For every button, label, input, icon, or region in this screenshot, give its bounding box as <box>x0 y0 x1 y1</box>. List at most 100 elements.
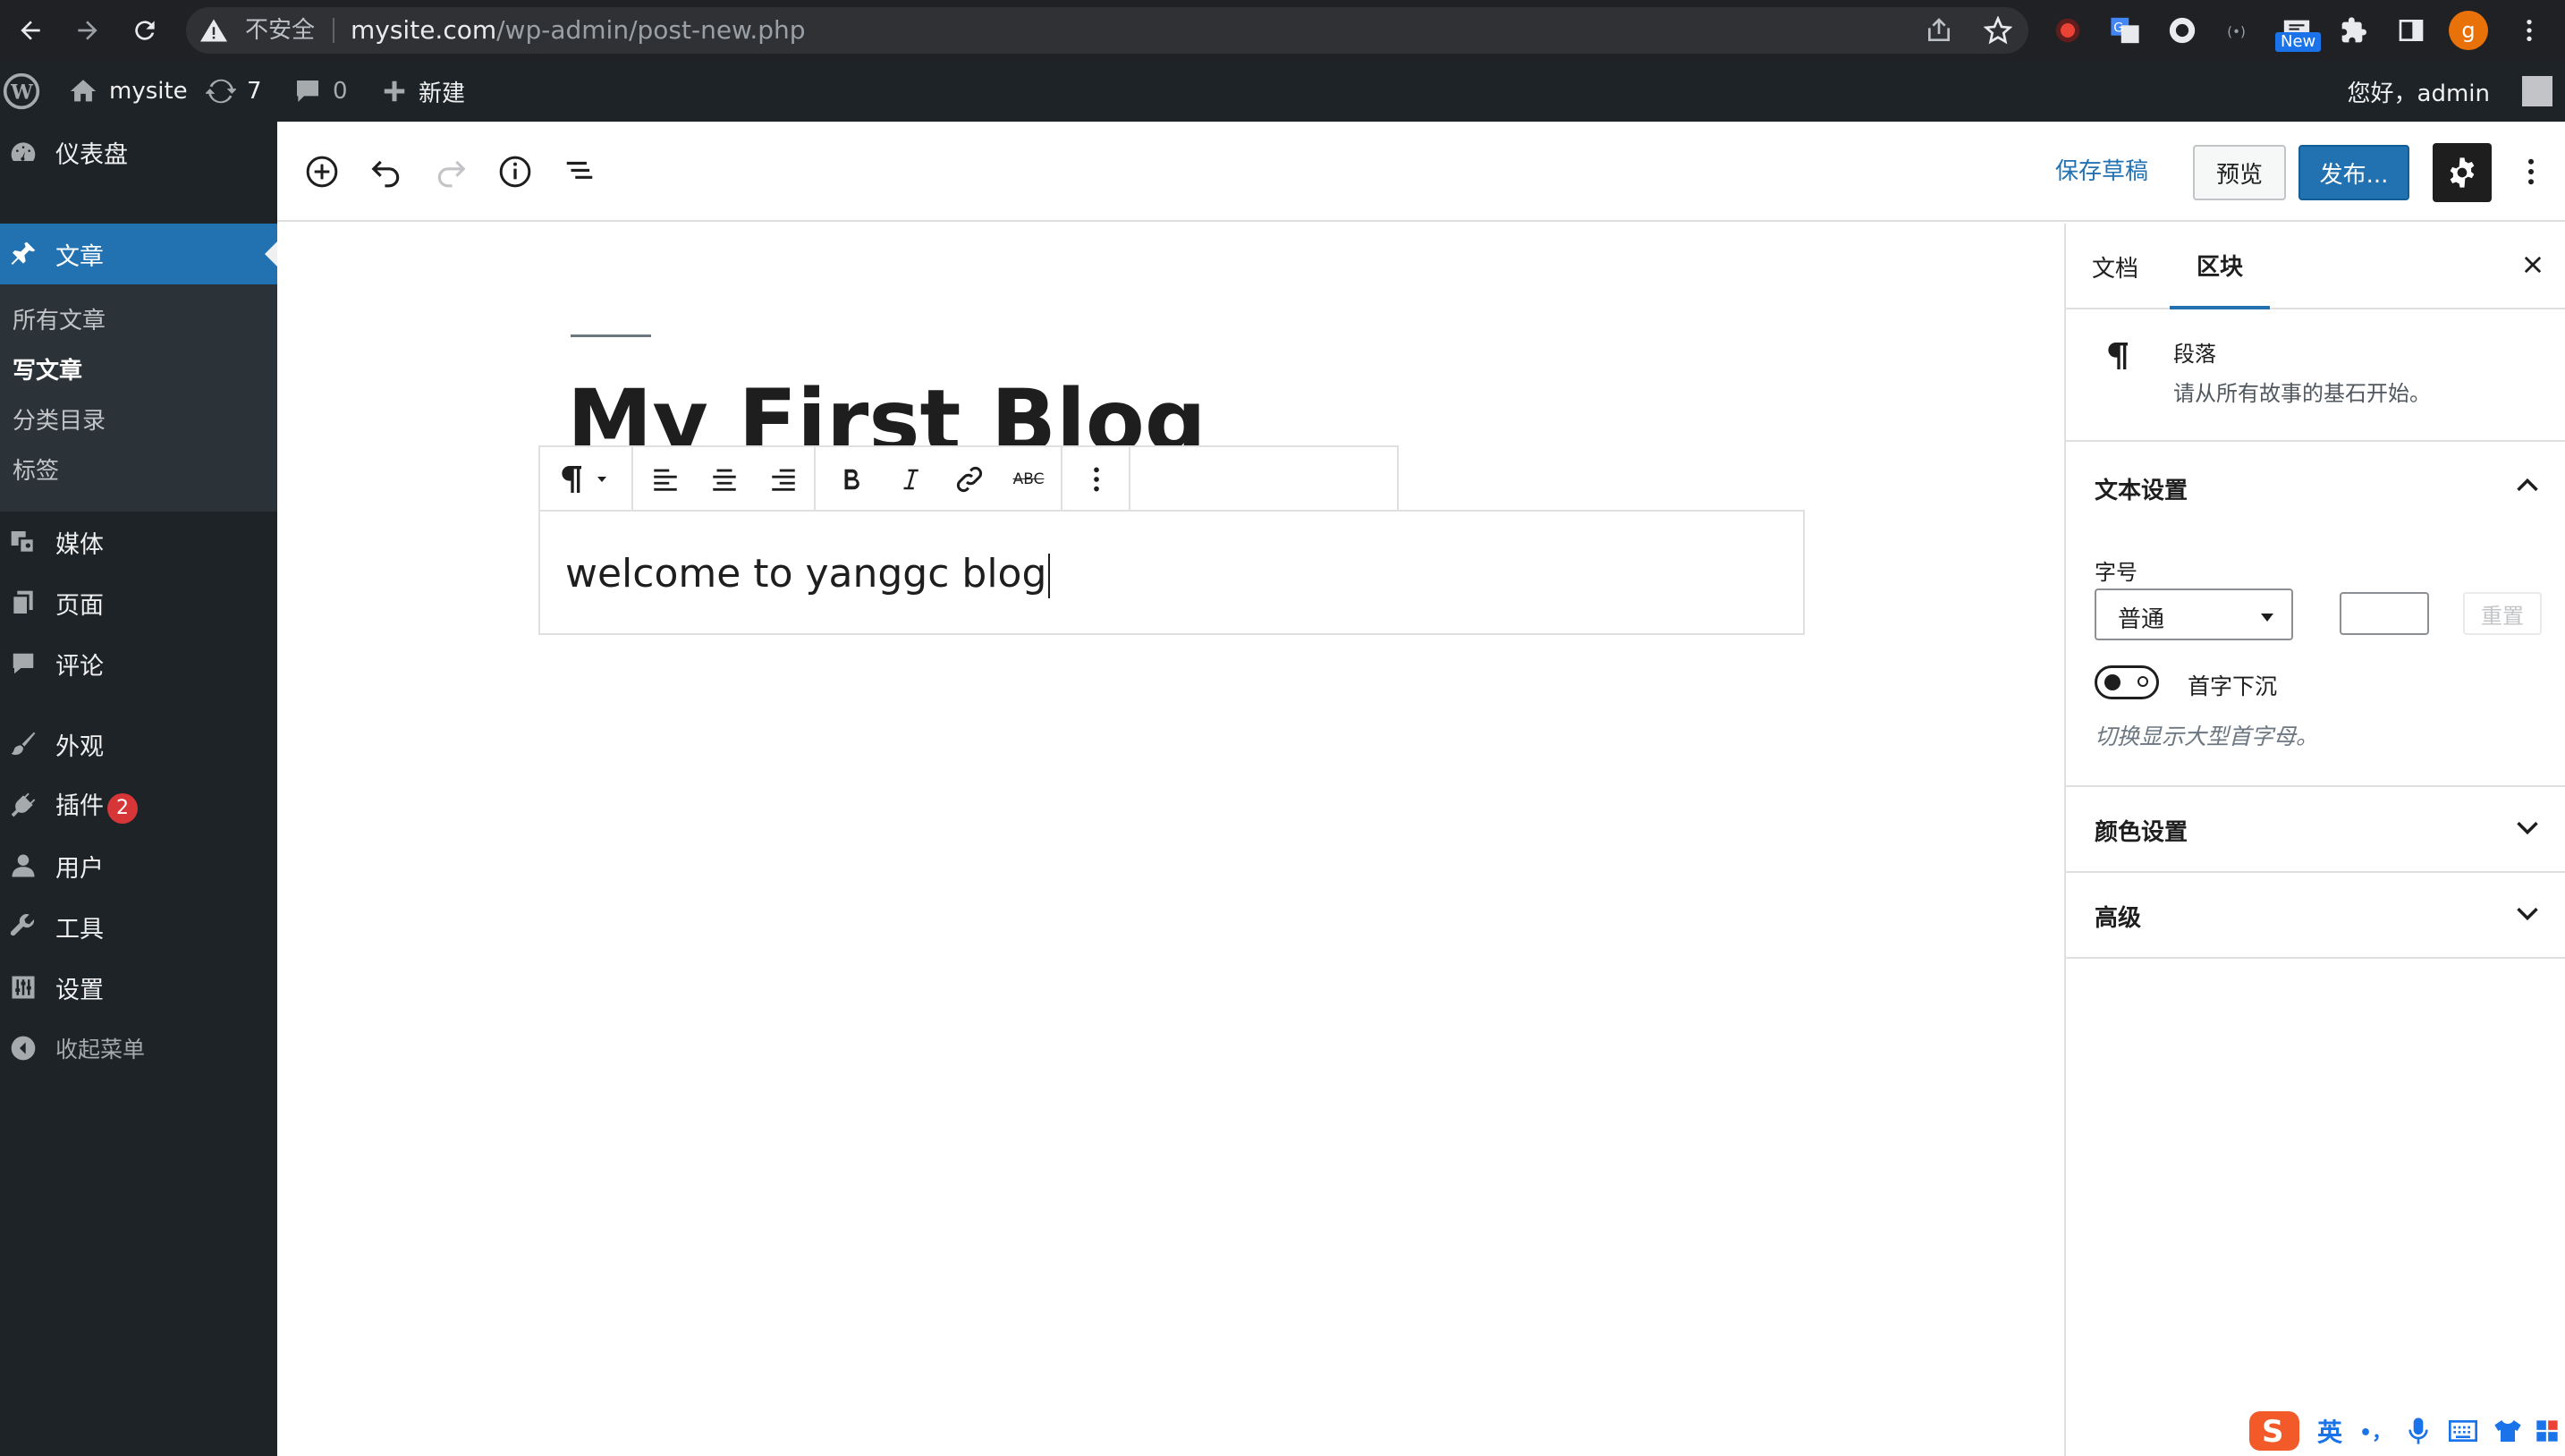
wordpress-logo-button[interactable]: W <box>2 61 41 122</box>
more-options-button[interactable] <box>2511 152 2551 191</box>
advanced-toggle[interactable]: 高级 <box>2095 900 2141 933</box>
insecure-label[interactable]: 不安全 <box>245 16 315 45</box>
submenu-tags[interactable]: 标签 <box>13 453 59 486</box>
close-settings-button[interactable] <box>2513 245 2552 284</box>
align-left-button[interactable] <box>646 460 685 499</box>
profile-avatar[interactable]: g <box>2449 11 2488 50</box>
alignment-group <box>633 447 816 512</box>
menu-item-comments[interactable]: 评论 <box>0 633 277 694</box>
submenu-all-posts[interactable]: 所有文章 <box>13 302 106 335</box>
share-icon[interactable] <box>1925 16 1953 45</box>
circle-extension-icon[interactable] <box>2164 13 2200 48</box>
color-settings-toggle[interactable]: 颜色设置 <box>2095 814 2188 847</box>
side-panel-icon[interactable] <box>2393 13 2429 48</box>
back-button[interactable] <box>11 11 50 50</box>
block-more-options-button[interactable] <box>1077 460 1116 499</box>
undo-button[interactable] <box>367 152 406 191</box>
collapse-menu-button[interactable]: 收起菜单 <box>0 1018 277 1079</box>
keyboard-icon[interactable] <box>2443 1411 2483 1451</box>
ime-grid-icon[interactable] <box>2529 1411 2565 1451</box>
bold-button[interactable] <box>832 460 871 499</box>
bookmark-star-icon[interactable] <box>1984 16 2012 45</box>
paragraph-text[interactable]: welcome to yanggc blog <box>565 549 1051 599</box>
url-text[interactable]: mysite.com/wp-admin/post-new.php <box>351 16 806 45</box>
sogou-logo-icon[interactable]: S <box>2245 1411 2304 1451</box>
menu-label: 仪表盘 <box>55 140 128 169</box>
menu-item-pages[interactable]: 页面 <box>0 572 277 633</box>
menu-item-posts[interactable]: 文章 <box>0 224 277 284</box>
title-separator <box>571 334 651 337</box>
strikethrough-button[interactable]: ABC <box>1009 460 1048 499</box>
omnibox-separator <box>333 18 334 43</box>
translate-extension-icon[interactable]: G <box>2107 13 2143 48</box>
preview-button[interactable]: 预览 <box>2193 145 2286 200</box>
microphone-icon[interactable] <box>2399 1411 2438 1451</box>
save-draft-button[interactable]: 保存草稿 <box>2055 154 2148 190</box>
link-button[interactable] <box>950 460 989 499</box>
gear-icon <box>2450 157 2475 188</box>
drop-cap-toggle[interactable] <box>2095 665 2159 699</box>
outline-button[interactable] <box>560 152 599 191</box>
paragraph-block[interactable]: welcome to yanggc blog <box>538 510 1805 635</box>
settings-toggle-button[interactable] <box>2433 143 2492 202</box>
menu-label: 媒体 <box>55 530 104 559</box>
menu-item-dashboard[interactable]: 仪表盘 <box>0 122 277 182</box>
plus-icon <box>384 80 405 102</box>
tab-block[interactable]: 区块 <box>2170 224 2270 309</box>
menu-item-users[interactable]: 用户 <box>0 835 277 896</box>
font-size-select[interactable]: 普通 <box>2095 588 2293 640</box>
comments-link[interactable]: 0 <box>293 61 348 122</box>
radio-extension-icon[interactable]: (•) <box>2222 13 2257 48</box>
text-settings-toggle[interactable]: 文本设置 <box>2095 472 2188 505</box>
italic-button[interactable] <box>891 460 930 499</box>
extensions-puzzle-icon[interactable] <box>2336 13 2372 48</box>
menu-item-settings[interactable]: 设置 <box>0 957 277 1018</box>
submenu-categories[interactable]: 分类目录 <box>13 402 106 436</box>
advanced-panel: 高级 <box>2066 873 2565 959</box>
block-type-dropdown[interactable] <box>588 460 615 499</box>
custom-font-size-input[interactable] <box>2340 592 2429 635</box>
user-icon <box>9 851 38 880</box>
align-center-button[interactable] <box>705 460 744 499</box>
redo-button[interactable] <box>431 152 470 191</box>
tab-document[interactable]: 文档 <box>2084 224 2146 309</box>
menu-item-media[interactable]: 媒体 <box>0 512 277 572</box>
menu-label: 文章 <box>55 242 104 271</box>
block-type-group <box>540 447 633 512</box>
ime-punctuation-toggle[interactable]: •， <box>2356 1411 2395 1451</box>
browser-menu-icon[interactable] <box>2511 13 2547 48</box>
block-type-button[interactable] <box>553 460 592 499</box>
menu-item-plugins[interactable]: 插件 2 <box>0 775 277 835</box>
menu-item-appearance[interactable]: 外观 <box>0 714 277 775</box>
skin-shirt-icon[interactable] <box>2488 1411 2527 1451</box>
content-info-button[interactable] <box>495 152 535 191</box>
greeting-link[interactable]: 您好，admin <box>2348 61 2490 122</box>
list-outline-icon <box>566 161 593 179</box>
warning-icon[interactable] <box>200 18 227 43</box>
add-block-button[interactable] <box>302 152 342 191</box>
menu-label: 工具 <box>55 915 104 944</box>
reload-button[interactable] <box>125 11 165 50</box>
bold-icon <box>844 469 859 490</box>
info-icon <box>499 156 531 188</box>
record-extension-icon[interactable] <box>2050 13 2086 48</box>
chevron-down-icon[interactable] <box>2513 814 2542 842</box>
text-caret <box>1048 554 1051 598</box>
updates-link[interactable]: 7 <box>206 61 262 122</box>
publish-button[interactable]: 发布... <box>2298 145 2409 200</box>
forward-button[interactable] <box>68 11 107 50</box>
menu-item-tools[interactable]: 工具 <box>0 896 277 957</box>
svg-text:S: S <box>2262 1414 2284 1450</box>
address-bar[interactable]: 不安全 mysite.com/wp-admin/post-new.php <box>186 7 2028 54</box>
chevron-up-icon[interactable] <box>2513 470 2542 499</box>
chevron-down-icon[interactable] <box>2513 900 2542 928</box>
new-content-link[interactable]: 新建 <box>381 61 465 122</box>
submenu-add-new[interactable]: 写文章 <box>13 352 82 385</box>
font-size-label: 字号 <box>2095 560 2138 585</box>
paintbrush-icon <box>9 730 38 758</box>
user-avatar[interactable] <box>2522 76 2552 106</box>
site-name-link[interactable]: mysite <box>68 61 188 122</box>
ime-language-toggle[interactable]: 英 <box>2307 1411 2352 1451</box>
align-right-button[interactable] <box>764 460 803 499</box>
reset-font-size-button[interactable]: 重置 <box>2463 592 2542 635</box>
